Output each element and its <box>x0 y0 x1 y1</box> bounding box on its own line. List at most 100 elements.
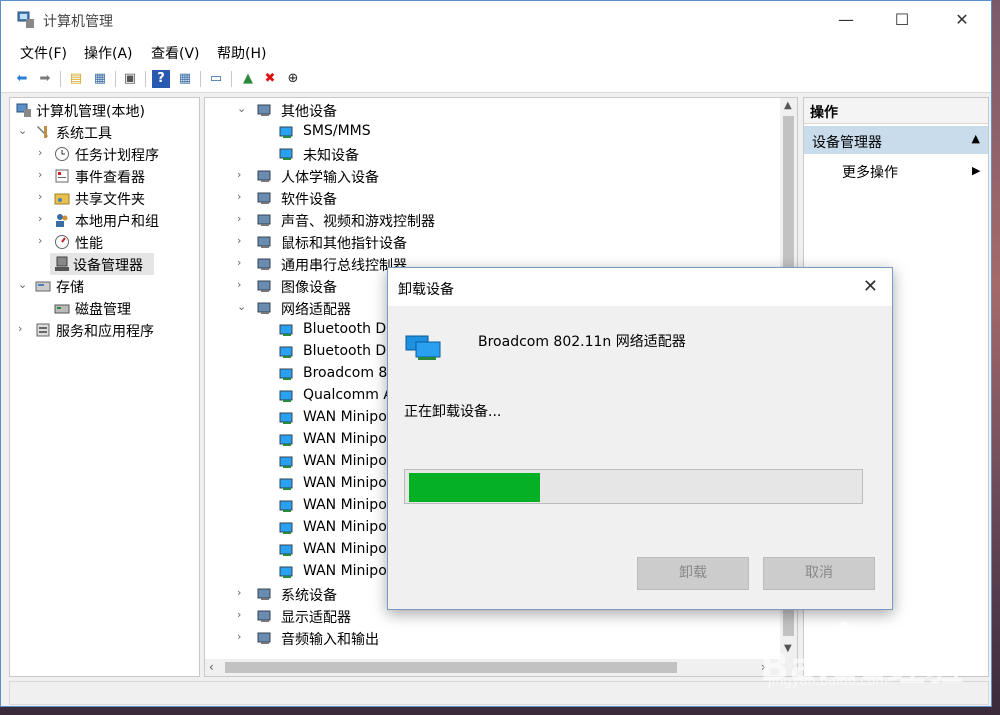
expand-chevron-icon[interactable]: › <box>18 322 30 335</box>
event-log-icon <box>54 168 70 184</box>
device-tree-item[interactable]: › 声音、视频和游戏控制器 <box>207 209 777 231</box>
expand-chevron-icon[interactable]: › <box>237 278 249 291</box>
tree-item-storage[interactable]: ⌄ 存储 <box>12 275 198 297</box>
device-category-icon <box>257 168 273 184</box>
scroll-left-icon[interactable]: ‹ <box>209 660 214 674</box>
tree-item-device-manager[interactable]: 设备管理器 <box>50 253 154 275</box>
device-tree-label: 其他设备 <box>281 104 337 120</box>
device-tree-label: WAN Minipo <box>303 563 387 579</box>
tree-item-services-apps[interactable]: › 服务和应用程序 <box>12 319 198 341</box>
tree-item-local-users[interactable]: › 本地用户和组 <box>12 209 198 231</box>
expand-chevron-icon[interactable]: › <box>237 630 249 643</box>
device-tree-label: Bluetooth D <box>303 321 387 337</box>
expand-chevron-icon[interactable]: › <box>237 608 249 621</box>
device-tree-item[interactable]: › 人体学输入设备 <box>207 165 777 187</box>
expand-chevron-icon[interactable]: › <box>38 190 50 203</box>
device-category-icon <box>257 234 273 250</box>
tree-item-performance[interactable]: › 性能 <box>12 231 198 253</box>
show-hide-tree-icon[interactable]: ▦ <box>91 70 109 88</box>
properties-icon[interactable]: ▣ <box>121 70 139 88</box>
device-category-icon <box>257 190 273 206</box>
tree-item-shared-folders[interactable]: › 共享文件夹 <box>12 187 198 209</box>
device-category-icon <box>257 278 273 294</box>
device-tree-item[interactable]: ⌄ 其他设备 <box>207 99 777 121</box>
scan-hardware-icon[interactable]: ▭ <box>207 70 225 88</box>
device-tree-label: WAN Minipo <box>303 475 387 491</box>
close-button[interactable]: ✕ <box>939 5 985 35</box>
dialog-close-button[interactable]: ✕ <box>863 276 878 297</box>
cancel-button[interactable]: 取消 <box>763 557 875 590</box>
menu-view[interactable]: 查看(V) <box>151 43 200 63</box>
expand-chevron-icon[interactable]: › <box>38 212 50 225</box>
expand-chevron-icon[interactable]: › <box>237 190 249 203</box>
expand-chevron-icon[interactable]: › <box>237 234 249 247</box>
network-adapter-icon <box>279 432 295 448</box>
collapse-chevron-icon[interactable]: ⌄ <box>237 102 249 115</box>
collapse-chevron-icon[interactable]: ⌄ <box>237 300 249 313</box>
expand-chevron-icon[interactable]: › <box>38 146 50 159</box>
menu-action[interactable]: 操作(A) <box>84 43 133 63</box>
minimize-button[interactable]: — <box>823 5 869 35</box>
back-icon[interactable]: ⬅ <box>13 70 31 88</box>
submenu-arrow-icon[interactable]: ▶ <box>972 164 980 177</box>
network-adapter-icon <box>279 542 295 558</box>
window-title: 计算机管理 <box>43 14 113 30</box>
baidu-watermark: Baidu经验 jingyan.baidu.com <box>760 612 990 692</box>
expand-chevron-icon[interactable]: › <box>237 256 249 269</box>
performance-icon <box>54 234 70 250</box>
uninstall-status-text: 正在卸载设备... <box>404 404 502 420</box>
device-tree-item[interactable]: 未知设备 <box>207 143 777 165</box>
forward-icon[interactable]: ➡ <box>36 70 54 88</box>
device-tree-label: 音频输入和输出 <box>281 632 379 648</box>
device-tree-item[interactable]: SMS/MMS <box>207 121 777 143</box>
up-folder-icon[interactable]: ▤ <box>67 70 85 88</box>
help-icon[interactable]: ? <box>152 70 170 88</box>
maximize-button[interactable]: ☐ <box>879 5 925 35</box>
expand-chevron-icon[interactable]: › <box>38 234 50 247</box>
expand-chevron-icon[interactable]: › <box>38 168 50 181</box>
network-adapter-icon <box>405 335 441 360</box>
expand-chevron-icon[interactable]: ⌄ <box>18 124 30 137</box>
expand-chevron-icon[interactable]: › <box>237 212 249 225</box>
uninstall-button[interactable]: 卸载 <box>637 557 749 590</box>
horizontal-scroll-thumb[interactable] <box>225 662 677 673</box>
device-category-icon <box>279 124 295 140</box>
device-tree-label: Broadcom 8 <box>303 365 388 381</box>
expand-chevron-icon[interactable]: ⌄ <box>18 278 30 291</box>
device-tree-item[interactable]: › 鼠标和其他指针设备 <box>207 231 777 253</box>
menu-help[interactable]: 帮助(H) <box>217 43 266 63</box>
tree-item-disk-management[interactable]: 磁盘管理 <box>12 297 198 319</box>
uninstall-progress-bar <box>404 469 863 504</box>
expand-chevron-icon[interactable]: › <box>237 586 249 599</box>
device-category-icon <box>257 608 273 624</box>
device-category-icon <box>257 630 273 646</box>
more-actions-item[interactable]: 更多操作 <box>842 162 898 182</box>
uninstall-icon[interactable]: ✖ <box>261 70 279 88</box>
disable-icon[interactable]: ⊕ <box>284 70 302 88</box>
device-tree-item[interactable]: › 软件设备 <box>207 187 777 209</box>
dialog-title-bar[interactable]: 卸载设备 ✕ <box>388 268 892 306</box>
computer-icon <box>16 102 32 118</box>
actions-group-device-manager[interactable]: 设备管理器 ▲ <box>804 126 988 154</box>
network-adapter-icon <box>279 498 295 514</box>
device-tree-label: 显示适配器 <box>281 610 351 626</box>
tree-item-computer-management[interactable]: 计算机管理(本地) <box>12 99 198 121</box>
console-tree: 计算机管理(本地) ⌄ 系统工具 › 任务计划程序 › 事件查看器 › 共享文件… <box>9 97 200 677</box>
horizontal-scrollbar[interactable]: ‹ › <box>205 659 797 676</box>
menu-file[interactable]: 文件(F) <box>20 43 67 63</box>
progress-fill <box>409 473 540 502</box>
tree-item-system-tools[interactable]: ⌄ 系统工具 <box>12 121 198 143</box>
toolbar: ⬅ ➡ ▤ ▦ ▣ ? ▦ ▭ ▲ ✖ ⊕ <box>1 65 991 93</box>
device-tree-label: Qualcomm A <box>303 387 393 403</box>
scroll-up-icon[interactable]: ▲ <box>784 100 792 111</box>
show-hide-action-icon[interactable]: ▦ <box>176 70 194 88</box>
update-driver-icon[interactable]: ▲ <box>239 70 257 88</box>
tree-item-task-scheduler[interactable]: › 任务计划程序 <box>12 143 198 165</box>
title-bar[interactable]: 计算机管理 — ☐ ✕ <box>1 1 991 39</box>
device-category-icon <box>257 212 273 228</box>
collapse-triangle-icon[interactable]: ▲ <box>972 132 980 145</box>
tree-item-event-viewer[interactable]: › 事件查看器 <box>12 165 198 187</box>
device-tree-item[interactable]: › 音频输入和输出 <box>207 627 777 649</box>
device-tree-label: Bluetooth D <box>303 343 387 359</box>
expand-chevron-icon[interactable]: › <box>237 168 249 181</box>
